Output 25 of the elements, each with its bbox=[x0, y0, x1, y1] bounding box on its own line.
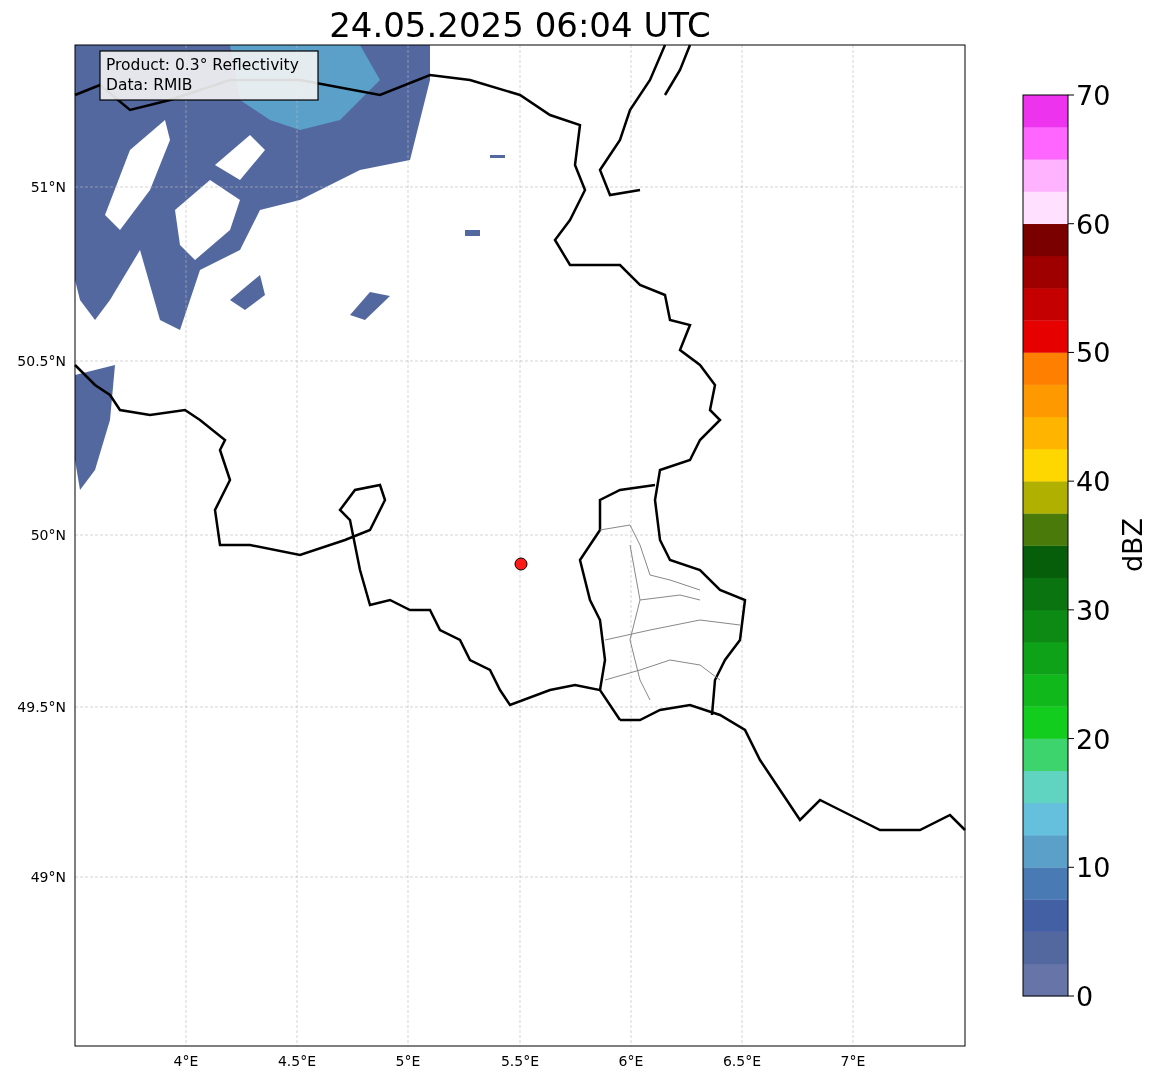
colorbar-label: dBZ bbox=[1117, 517, 1148, 573]
radar-site-marker bbox=[514, 557, 528, 571]
legend-text: Data: RMIB bbox=[106, 76, 193, 94]
latitude-label: 50°N bbox=[30, 527, 66, 543]
longitude-label: 4°E bbox=[173, 1053, 199, 1069]
longitude-label: 5°E bbox=[395, 1053, 421, 1069]
colorbar-tick-label: 60 bbox=[1076, 208, 1111, 240]
longitude-label: 4.5°E bbox=[277, 1053, 317, 1069]
chart-title: 24.05.2025 06:04 UTC bbox=[329, 5, 711, 45]
latitude-label: 49.5°N bbox=[17, 699, 66, 715]
latitude-label: 50.5°N bbox=[17, 353, 66, 369]
longitude-label: 6°E bbox=[618, 1053, 644, 1069]
colorbar-tick-label: 40 bbox=[1076, 466, 1111, 498]
longitude-label: 7°E bbox=[840, 1053, 866, 1069]
longitude-label: 5.5°E bbox=[500, 1053, 540, 1069]
latitude-label: 49°N bbox=[30, 869, 66, 885]
colorbar-tick-label: 10 bbox=[1076, 852, 1111, 884]
colorbar-tick-label: 0 bbox=[1076, 981, 1094, 1012]
colorbar-tick-label: 30 bbox=[1076, 594, 1111, 626]
colorbar-tick-label: 50 bbox=[1076, 337, 1111, 369]
legend-text: Product: 0.3° Reflectivity bbox=[106, 56, 299, 74]
latitude-label: 51°N bbox=[30, 179, 66, 195]
colorbar-tick-label: 70 bbox=[1076, 80, 1111, 111]
colorbar-tick-label: 20 bbox=[1076, 723, 1111, 755]
longitude-label: 6.5°E bbox=[722, 1053, 762, 1069]
